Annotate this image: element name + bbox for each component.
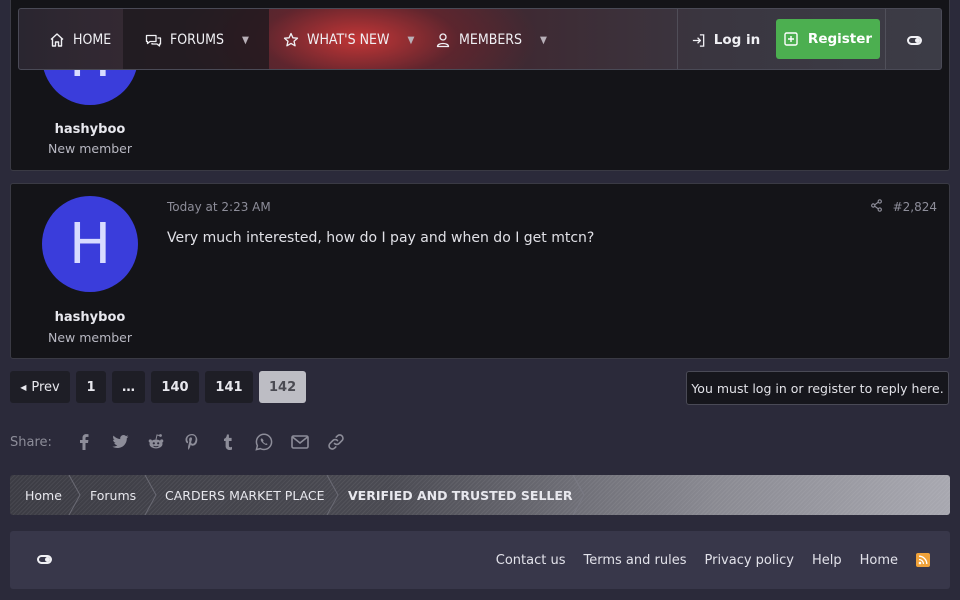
chevron-down-icon[interactable]: ▼ <box>242 35 249 46</box>
twitter-icon[interactable] <box>102 429 138 455</box>
post-body: Very much interested, how do I pay and w… <box>167 230 595 246</box>
footer: Contact us Terms and rules Privacy polic… <box>10 531 950 589</box>
footer-link-help[interactable]: Help <box>812 553 842 568</box>
breadcrumb-verified-and-trusted-seller[interactable]: VERIFIED AND TRUSTED SELLER <box>348 475 573 515</box>
nav-members[interactable]: Members ▼ <box>435 9 547 69</box>
page-link-1[interactable]: 1 <box>76 371 106 403</box>
post-number-link[interactable]: #2,824 <box>893 200 937 214</box>
breadcrumb-home[interactable]: Home <box>25 475 62 515</box>
nav-whats-new-label: What's new <box>307 32 390 48</box>
share-label: Share: <box>10 434 52 450</box>
link-icon[interactable] <box>318 429 354 455</box>
whatsapp-icon[interactable] <box>246 429 282 455</box>
nav-whats-new[interactable]: What's new ▼ <box>283 9 414 69</box>
page-link-141[interactable]: 141 <box>205 371 253 403</box>
register-label: Register <box>807 31 873 47</box>
footer-link-privacy[interactable]: Privacy policy <box>704 553 793 568</box>
footer-link-contact[interactable]: Contact us <box>496 553 566 568</box>
pinterest-icon[interactable] <box>174 429 210 455</box>
page-link-140[interactable]: 140 <box>151 371 199 403</box>
pagination: ◀ Prev 1 … 140 141 142 <box>10 371 307 403</box>
footer-links: Contact us Terms and rules Privacy polic… <box>496 531 930 589</box>
post-user-title: New member <box>47 330 133 345</box>
top-navigation: Home Forums ▼ What's new ▼ Members ▼ Log… <box>18 8 942 70</box>
page-current[interactable]: 142 <box>259 371 307 403</box>
share-icon[interactable] <box>870 199 883 215</box>
home-icon <box>50 33 64 47</box>
reddit-icon[interactable] <box>138 429 174 455</box>
chevron-down-icon[interactable]: ▼ <box>540 35 547 46</box>
breadcrumb-separator <box>68 475 81 515</box>
breadcrumb-separator <box>572 475 585 515</box>
style-toggle[interactable] <box>885 9 941 69</box>
style-toggle[interactable] <box>37 555 52 564</box>
plus-square-icon <box>784 32 798 46</box>
post-user-title: New member <box>47 141 133 156</box>
star-icon <box>283 32 299 47</box>
facebook-icon[interactable] <box>66 429 102 455</box>
post-username[interactable]: hashyboo <box>11 122 169 137</box>
reply-login-notice[interactable]: You must log in or register to reply her… <box>686 371 949 405</box>
prev-page-button[interactable]: ◀ Prev <box>10 371 70 403</box>
post-username[interactable]: hashyboo <box>11 310 169 325</box>
register-button[interactable]: Register <box>776 19 880 59</box>
login-button[interactable]: Log in <box>677 9 773 69</box>
share-bar: Share: <box>10 429 354 455</box>
post-actions: #2,824 <box>870 199 937 215</box>
toggle-icon <box>907 35 922 45</box>
breadcrumb: Home Forums CARDERS MARKET PLACE VERIFIE… <box>10 475 950 515</box>
breadcrumb-forums[interactable]: Forums <box>90 475 136 515</box>
nav-members-label: Members <box>459 32 523 48</box>
post-message: H hashyboo New member Today at 2:23 AM #… <box>10 183 950 359</box>
page-jump[interactable]: … <box>112 371 145 403</box>
nav-forums-label: Forums <box>170 32 224 48</box>
breadcrumb-separator <box>326 475 339 515</box>
chevron-left-icon: ◀ <box>20 382 27 392</box>
prev-label: Prev <box>31 379 60 395</box>
user-icon <box>436 33 450 48</box>
rss-icon[interactable] <box>916 553 930 567</box>
footer-link-home[interactable]: Home <box>860 553 898 568</box>
breadcrumb-carders-market-place[interactable]: CARDERS MARKET PLACE <box>165 475 325 515</box>
comments-icon <box>145 34 162 47</box>
toggle-icon <box>37 555 52 564</box>
avatar[interactable]: H <box>42 196 138 292</box>
breadcrumb-separator <box>144 475 157 515</box>
tumblr-icon[interactable] <box>210 429 246 455</box>
nav-forums[interactable]: Forums ▼ <box>123 9 269 69</box>
sign-in-icon <box>692 33 705 47</box>
nav-home-label: Home <box>73 32 112 48</box>
login-label: Log in <box>713 32 761 48</box>
email-icon[interactable] <box>282 429 318 455</box>
chevron-down-icon[interactable]: ▼ <box>407 35 414 46</box>
nav-home[interactable]: Home <box>49 9 112 69</box>
post-date[interactable]: Today at 2:23 AM <box>167 200 271 214</box>
footer-link-terms[interactable]: Terms and rules <box>584 553 687 568</box>
